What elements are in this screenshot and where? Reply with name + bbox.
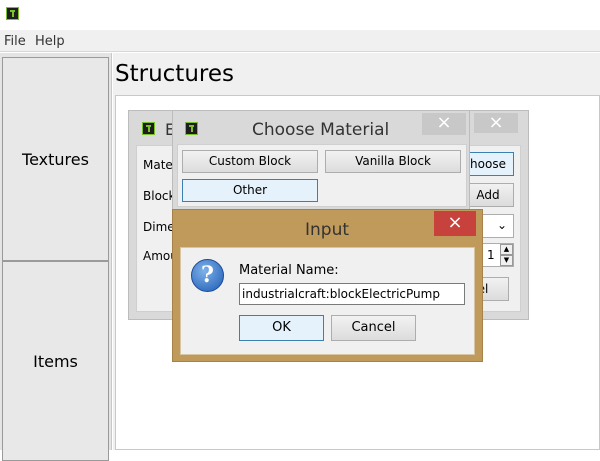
close-icon: × [436,112,452,133]
dialog-logo-icon [185,122,198,135]
choose-material-close-button[interactable]: × [422,113,466,135]
material-name-input[interactable]: industrialcraft:blockElectricPump [239,283,465,305]
sidebar-item-textures[interactable]: Textures [2,57,109,261]
custom-block-button[interactable]: Custom Block [182,150,318,173]
input-dialog-title: Input [305,220,350,240]
cancel-label: Cancel [351,320,396,335]
input-dialog: Input × ? Material Name: industrialcraft… [172,209,483,362]
input-dialog-close-button[interactable]: × [434,211,476,236]
ok-label: OK [272,320,291,335]
material-label: Mate [143,158,173,172]
menu-help[interactable]: Help [35,34,65,49]
other-label: Other [232,183,268,197]
sidebar-item-items[interactable]: Items [2,261,109,461]
close-icon: × [447,212,463,233]
other-button[interactable]: Other [182,179,318,202]
dialog-logo-icon [142,122,155,135]
input-dialog-body: ? Material Name: industrialcraft:blockEl… [180,247,475,355]
spinner-down-icon[interactable]: ▼ [500,255,513,266]
menu-file[interactable]: File [4,34,26,49]
menu-bar: File Help [0,30,600,52]
ok-button[interactable]: OK [239,315,324,341]
material-name-label: Material Name: [239,263,339,278]
choose-button-label: hoose [470,157,506,171]
dimension-label: Dime [143,220,175,234]
app-title-bar [0,0,600,30]
custom-block-label: Custom Block [208,154,292,168]
page-title: Structures [115,61,234,87]
sidebar-item-label: Textures [22,149,89,169]
app-logo-icon [6,7,19,20]
chevron-down-icon: ⌄ [497,218,508,232]
vanilla-block-button[interactable]: Vanilla Block [325,150,461,173]
question-icon: ? [191,259,224,292]
dialog-close-button[interactable]: × [474,113,518,133]
material-name-value: industrialcraft:blockElectricPump [242,287,440,301]
amount-value: 1 [487,248,495,262]
add-button-label: Add [476,188,500,202]
close-icon: × [488,112,504,133]
vanilla-block-label: Vanilla Block [355,154,431,168]
block-label: Block [143,189,176,203]
choose-material-dialog: Choose Material × Custom Block Vanilla B… [172,110,470,210]
sidebar-item-label: Items [33,351,78,371]
spinner-up-icon[interactable]: ▲ [500,244,513,255]
choose-material-title: Choose Material [252,120,390,140]
amount-spinner[interactable]: 1 ▲ ▼ [482,243,514,267]
sidebar: Textures Items [0,53,112,461]
cancel-button[interactable]: Cancel [331,315,416,341]
